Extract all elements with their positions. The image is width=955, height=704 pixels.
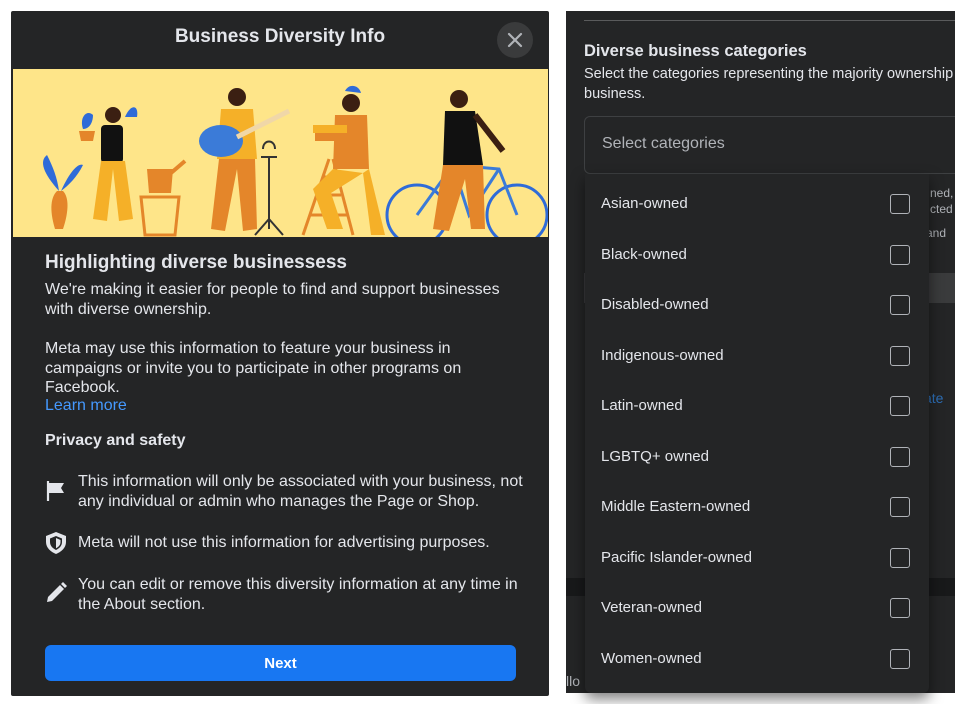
option-checkbox[interactable] <box>890 548 910 568</box>
option-label: LGBTQ+ owned <box>601 448 709 465</box>
banner-illustration <box>13 69 548 237</box>
usage-paragraph: Meta may use this information to feature… <box>45 340 462 396</box>
categories-heading: Diverse business categories <box>584 42 807 60</box>
option-label: Women-owned <box>601 650 702 667</box>
categories-description: Select the categories representing the m… <box>584 66 955 102</box>
learn-more-link[interactable]: Learn more <box>45 397 127 415</box>
option-label: Disabled-owned <box>601 296 709 313</box>
dialog-heading: Highlighting diverse businessess <box>45 252 347 273</box>
people-illustration <box>43 85 548 237</box>
option-checkbox[interactable] <box>890 396 910 416</box>
flag-icon <box>46 481 64 501</box>
business-diversity-dialog: Business Diversity Info Highlighting div… <box>11 11 549 696</box>
select-placeholder: Select categories <box>602 135 725 152</box>
dialog-title: Business Diversity Info <box>174 26 386 47</box>
option-label: Latin-owned <box>601 397 683 414</box>
obscured-text: llo <box>566 673 581 689</box>
option-checkbox[interactable] <box>890 447 910 467</box>
obscured-text-line: ned, <box>930 186 954 200</box>
close-button[interactable] <box>497 22 533 58</box>
option-checkbox[interactable] <box>890 598 910 618</box>
category-option[interactable]: Disabled-owned <box>585 281 929 331</box>
option-label: Indigenous-owned <box>601 347 724 364</box>
option-label: Asian-owned <box>601 195 688 212</box>
option-label: Pacific Islander-owned <box>601 549 752 566</box>
option-checkbox[interactable] <box>890 497 910 517</box>
next-button[interactable]: Next <box>45 645 516 681</box>
intro-paragraph: We're making it easier for people to fin… <box>45 281 500 318</box>
privacy-item-text: Meta will not use this information for a… <box>78 534 490 551</box>
category-option[interactable]: Middle Eastern-owned <box>585 483 929 533</box>
category-option[interactable]: Latin-owned <box>585 382 929 432</box>
category-option[interactable]: Indigenous-owned <box>585 332 929 382</box>
option-label: Middle Eastern-owned <box>601 498 751 515</box>
privacy-item-text: This information will only be associated… <box>78 473 523 510</box>
category-option[interactable]: Women-owned <box>585 635 929 685</box>
category-option[interactable]: LGBTQ+ owned <box>585 433 929 483</box>
privacy-item-text: You can edit or remove this diversity in… <box>78 576 518 613</box>
obscured-text: and <box>926 226 947 240</box>
close-icon <box>507 32 523 48</box>
obscured-text: ned, cted <box>930 185 953 217</box>
privacy-heading: Privacy and safety <box>45 432 186 449</box>
option-label: Black-owned <box>601 246 687 263</box>
option-label: Veteran-owned <box>601 599 702 616</box>
category-option[interactable]: Veteran-owned <box>585 584 929 634</box>
category-option[interactable]: Pacific Islander-owned <box>585 534 929 584</box>
pencil-icon <box>47 582 67 602</box>
category-option[interactable]: Black-owned <box>585 231 929 281</box>
shield-icon <box>46 532 66 554</box>
option-checkbox[interactable] <box>890 295 910 315</box>
obscured-text-line: cted <box>930 202 953 216</box>
option-checkbox[interactable] <box>890 245 910 265</box>
option-checkbox[interactable] <box>890 194 910 214</box>
option-checkbox[interactable] <box>890 346 910 366</box>
category-option[interactable]: Asian-owned <box>585 180 929 230</box>
option-checkbox[interactable] <box>890 649 910 669</box>
categories-dropdown: Asian-owned Black-owned Disabled-owned I… <box>585 174 929 693</box>
categories-select[interactable]: Select categories <box>584 116 955 174</box>
divider <box>584 20 955 21</box>
